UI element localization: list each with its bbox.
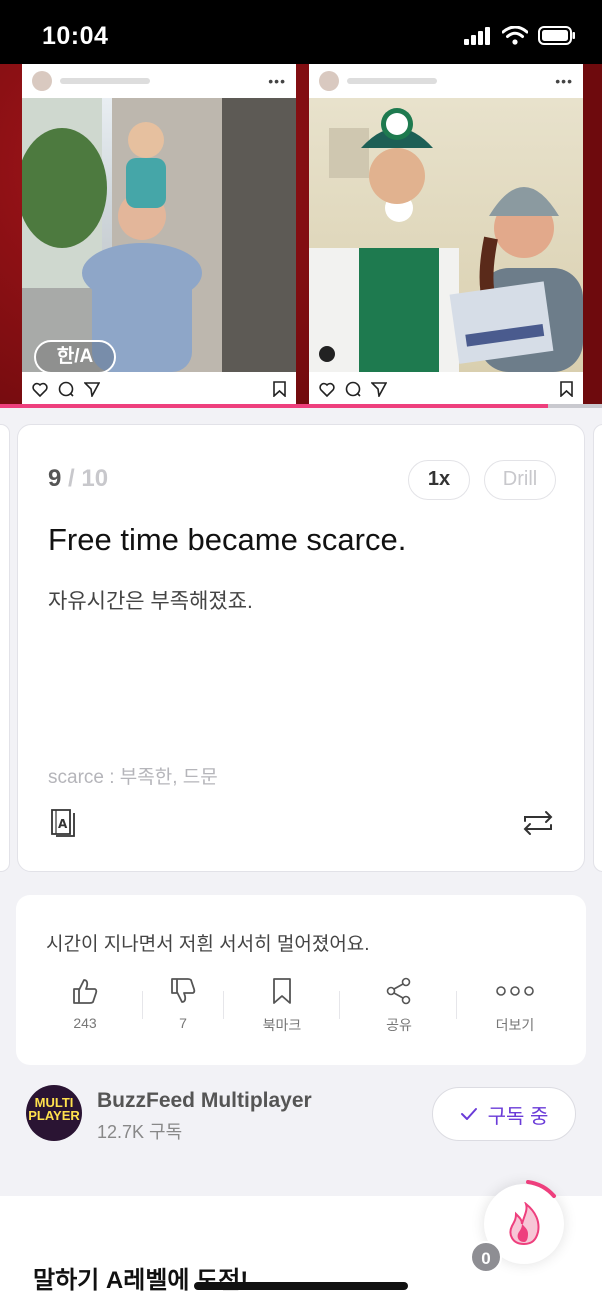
video-progress-track[interactable]	[0, 404, 602, 408]
post-more-icon: •••	[268, 73, 286, 89]
post-photo	[22, 98, 296, 372]
svg-text:A: A	[58, 817, 68, 831]
repeat-icon[interactable]	[522, 809, 554, 837]
context-comment-text: 시간이 지나면서 저흰 서서히 멀어졌어요.	[46, 934, 370, 955]
drill-button[interactable]: Drill	[484, 460, 556, 500]
status-time: 10:04	[42, 22, 109, 50]
more-icon	[496, 986, 534, 996]
comment-icon	[58, 381, 74, 397]
post-username-blur	[347, 78, 437, 84]
more-label: 더보기	[495, 1017, 535, 1033]
bookmark-icon	[273, 978, 291, 1004]
share-icon	[386, 977, 411, 1005]
channel-avatar-logo: MULTI PLAYER	[26, 1096, 82, 1122]
divider	[339, 991, 340, 1019]
sentence-card: 9 / 10 1x Drill Free time became scarce.…	[17, 424, 585, 872]
checkmark-icon	[460, 1108, 477, 1120]
photo-illustration	[22, 98, 296, 372]
dictionary-icon[interactable]: A	[48, 807, 78, 837]
post-avatar	[32, 71, 52, 91]
sentence-korean: 자유시간은 부족해졌죠.	[48, 590, 253, 613]
flame-icon	[509, 1202, 540, 1246]
channel-name[interactable]: BuzzFeed Multiplayer	[97, 1089, 312, 1113]
post-photo	[309, 98, 583, 372]
cellular-signal-icon	[464, 26, 490, 45]
status-icons	[464, 26, 576, 45]
like-button[interactable]: 243	[35, 977, 135, 1031]
post-actions	[22, 374, 296, 404]
wifi-icon	[502, 26, 528, 45]
post-header: •••	[309, 64, 583, 98]
context-comment-box: 시간이 지나면서 저흰 서서히 멀어졌어요. 243 7 북마크 공유 더보기	[16, 895, 586, 1065]
previous-card-peek[interactable]	[0, 424, 10, 872]
battery-icon	[538, 26, 575, 45]
streak-count-badge: 0	[470, 1241, 502, 1273]
translate-toggle-button[interactable]: 한/A	[34, 340, 116, 374]
dislike-button[interactable]: 7	[133, 977, 233, 1031]
more-button[interactable]: 더보기	[465, 977, 565, 1035]
send-icon	[84, 382, 100, 397]
comment-icon	[345, 381, 361, 397]
dislike-count: 7	[179, 1015, 187, 1031]
channel-subscribers: 12.7K 구독	[97, 1122, 183, 1142]
post-header: •••	[22, 64, 296, 98]
sentence-counter: 9 / 10	[48, 465, 108, 493]
heart-icon	[32, 382, 48, 397]
send-icon	[371, 382, 387, 397]
save-icon	[273, 381, 286, 397]
video-progress-fill	[0, 404, 548, 408]
photo-illustration	[309, 108, 583, 372]
divider	[456, 991, 457, 1019]
subscribed-button[interactable]: 구독 중	[432, 1087, 576, 1141]
channel-avatar[interactable]: MULTI PLAYER	[26, 1085, 82, 1141]
save-icon	[560, 381, 573, 397]
home-indicator	[194, 1282, 408, 1290]
like-count: 243	[73, 1015, 97, 1031]
reaction-actions-row: 243 7 북마크 공유 더보기	[16, 977, 586, 1037]
video-frame-right-post: •••	[309, 64, 583, 404]
counter-current: 9	[48, 465, 62, 492]
post-avatar	[319, 71, 339, 91]
bookmark-label: 북마크	[262, 1017, 302, 1033]
bookmark-button[interactable]: 북마크	[232, 977, 332, 1035]
post-username-blur	[60, 78, 150, 84]
channel-row: MULTI PLAYER BuzzFeed Multiplayer 12.7K …	[0, 1080, 602, 1150]
vocabulary-note: scarce : 부족한, 드문	[48, 767, 218, 788]
sentence-english: Free time became scarce.	[48, 522, 407, 557]
playback-speed-button[interactable]: 1x	[408, 460, 470, 500]
subscribed-label: 구독 중	[487, 1105, 549, 1128]
post-more-icon: •••	[555, 73, 573, 89]
next-card-peek[interactable]	[593, 424, 602, 872]
share-button[interactable]: 공유	[349, 977, 449, 1035]
post-actions	[309, 374, 583, 404]
thumbs-down-icon	[171, 978, 196, 1003]
avatar-logo-line2: PLAYER	[28, 1108, 80, 1123]
thumbs-up-icon	[73, 979, 98, 1004]
divider	[223, 991, 224, 1019]
counter-total: / 10	[61, 465, 109, 492]
share-label: 공유	[386, 1017, 412, 1033]
heart-icon	[319, 382, 335, 397]
status-bar: 10:04	[0, 0, 602, 64]
